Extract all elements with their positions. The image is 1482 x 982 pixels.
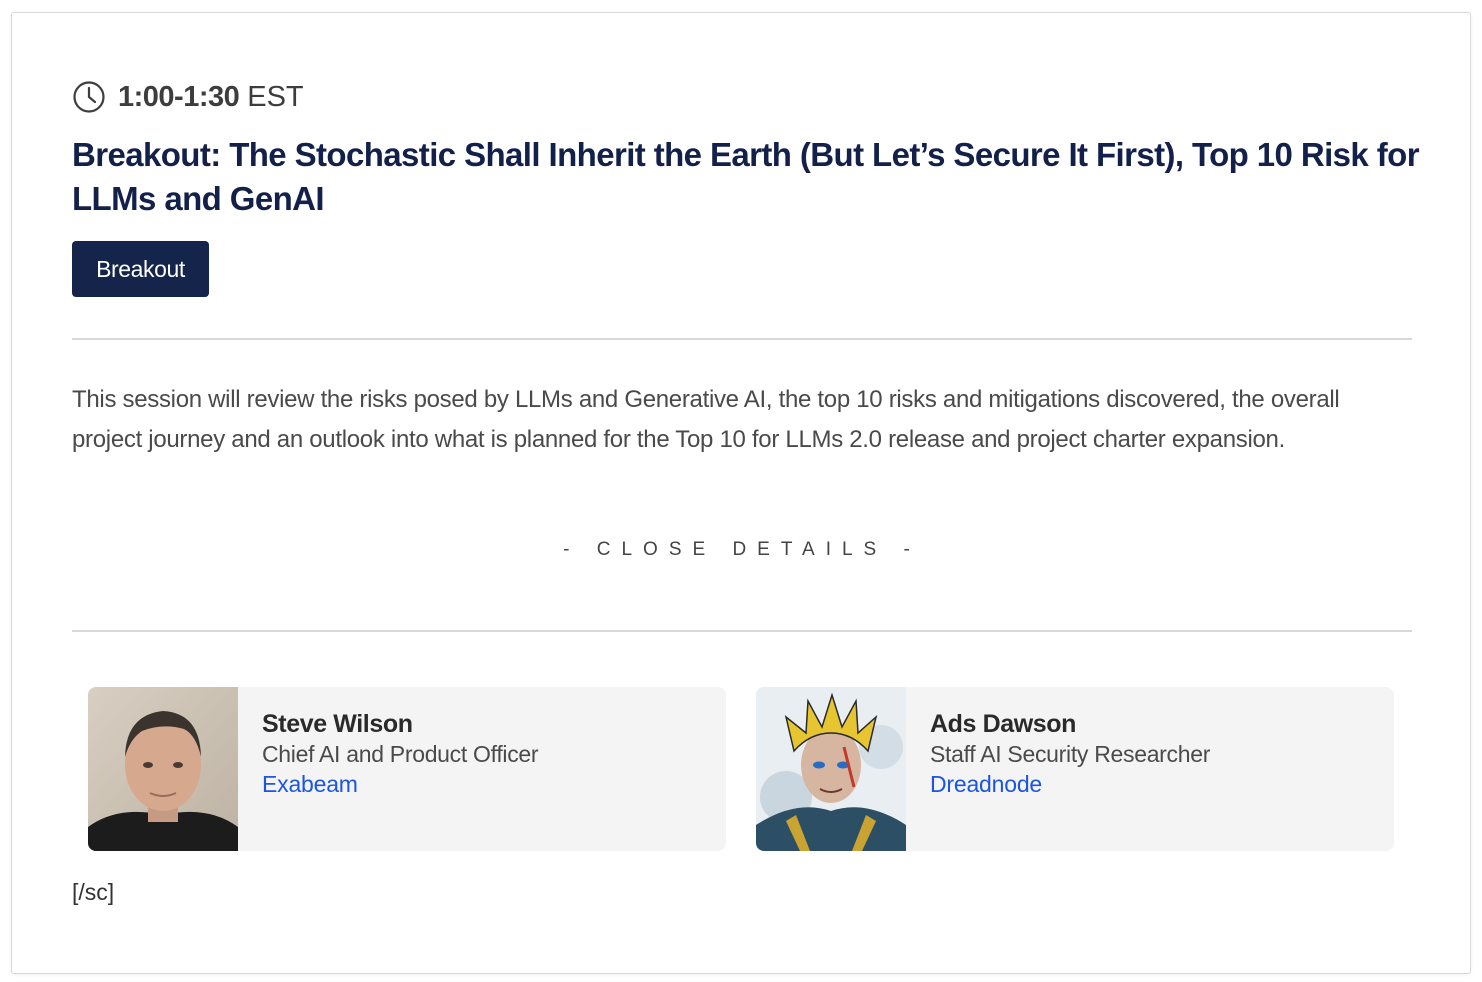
- clock-icon: [72, 80, 106, 114]
- speaker-avatar-illustration: [756, 687, 906, 851]
- speaker-card[interactable]: Ads Dawson Staff AI Security Researcher …: [756, 687, 1394, 851]
- close-details-link[interactable]: - CLOSE DETAILS -: [12, 539, 1472, 561]
- session-time: 1:00-1:30 EST: [72, 77, 304, 117]
- speaker-info: Steve Wilson Chief AI and Product Office…: [238, 687, 539, 851]
- divider: [72, 630, 1412, 632]
- speaker-card[interactable]: Steve Wilson Chief AI and Product Office…: [88, 687, 726, 851]
- speaker-name: Steve Wilson: [262, 710, 413, 738]
- session-card: 1:00-1:30 EST Breakout: The Stochastic S…: [11, 12, 1471, 974]
- speaker-info: Ads Dawson Staff AI Security Researcher …: [906, 687, 1210, 851]
- session-type-tag[interactable]: Breakout: [72, 241, 209, 297]
- shortcode-text: [/sc]: [72, 879, 115, 905]
- speaker-photo: [88, 687, 238, 851]
- speaker-company-link[interactable]: Dreadnode: [930, 769, 1210, 799]
- speaker-role: Chief AI and Product Officer: [262, 741, 539, 767]
- speaker-name: Ads Dawson: [930, 710, 1077, 738]
- session-description: This session will review the risks posed…: [72, 386, 1340, 453]
- speaker-role: Staff AI Security Researcher: [930, 741, 1211, 767]
- speaker-company-link[interactable]: Exabeam: [262, 769, 538, 799]
- session-timezone: EST: [247, 80, 304, 113]
- session-time-range: 1:00-1:30: [118, 80, 240, 113]
- session-title: Breakout: The Stochastic Shall Inherit t…: [72, 136, 1420, 217]
- divider: [72, 338, 1412, 340]
